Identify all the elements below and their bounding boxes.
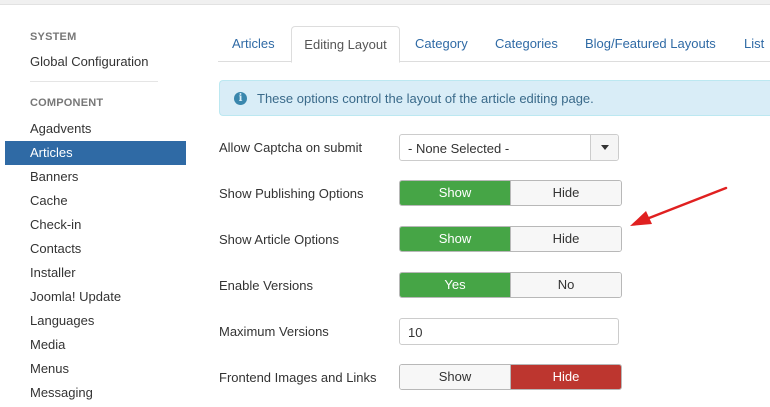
- tab-editing-layout[interactable]: Editing Layout: [291, 26, 400, 63]
- sidebar-heading-system: SYSTEM: [30, 31, 77, 43]
- sidebar-divider: [30, 81, 158, 82]
- article-options-hide-button[interactable]: Hide: [511, 227, 621, 251]
- sidebar-item-articles[interactable]: Articles: [5, 141, 186, 165]
- info-message: i These options control the layout of th…: [219, 80, 770, 116]
- chevron-down-icon: [601, 145, 609, 150]
- maximum-versions-input[interactable]: 10: [399, 318, 619, 345]
- frontend-images-label: Frontend Images and Links: [219, 370, 377, 385]
- sidebar-item-menus[interactable]: Menus: [5, 357, 186, 381]
- enable-versions-label: Enable Versions: [219, 278, 313, 293]
- sidebar-item-agadvents[interactable]: Agadvents: [5, 117, 186, 141]
- publishing-options-toggle: Show Hide: [399, 180, 622, 206]
- sidebar-heading-component: COMPONENT: [30, 97, 104, 109]
- captcha-label: Allow Captcha on submit: [219, 140, 363, 155]
- sidebar-item-installer[interactable]: Installer: [5, 261, 186, 285]
- captcha-select[interactable]: - None Selected -: [399, 134, 619, 161]
- frontend-images-hide-button[interactable]: Hide: [511, 365, 621, 389]
- sidebar-item-cache[interactable]: Cache: [5, 189, 186, 213]
- enable-versions-no-button[interactable]: No: [511, 273, 621, 297]
- captcha-select-value: - None Selected -: [408, 141, 510, 156]
- publishing-options-hide-button[interactable]: Hide: [511, 181, 621, 205]
- tab-blog-featured-layouts[interactable]: Blog/Featured Layouts: [585, 26, 716, 62]
- sidebar-link-global-configuration[interactable]: Global Configuration: [30, 54, 149, 69]
- tab-articles[interactable]: Articles: [232, 26, 275, 62]
- frontend-images-show-button[interactable]: Show: [400, 365, 511, 389]
- sidebar-item-messaging[interactable]: Messaging: [5, 381, 186, 405]
- enable-versions-toggle: Yes No: [399, 272, 622, 298]
- sidebar-item-banners[interactable]: Banners: [5, 165, 186, 189]
- article-options-toggle: Show Hide: [399, 226, 622, 252]
- info-message-text: These options control the layout of the …: [257, 91, 594, 106]
- annotation-arrow-icon: [630, 186, 728, 226]
- enable-versions-yes-button[interactable]: Yes: [400, 273, 511, 297]
- publishing-options-show-button[interactable]: Show: [400, 181, 511, 205]
- maximum-versions-value: 10: [408, 325, 423, 340]
- sidebar: SYSTEM Global Configuration COMPONENT Ag…: [0, 5, 195, 407]
- tab-list[interactable]: List: [744, 26, 764, 62]
- maximum-versions-label: Maximum Versions: [219, 324, 329, 339]
- frontend-images-toggle: Show Hide: [399, 364, 622, 390]
- article-options-label: Show Article Options: [219, 232, 339, 247]
- tab-bar: Articles Editing Layout Category Categor…: [218, 26, 770, 63]
- sidebar-item-contacts[interactable]: Contacts: [5, 237, 186, 261]
- sidebar-item-check-in[interactable]: Check-in: [5, 213, 186, 237]
- info-icon: i: [234, 92, 247, 105]
- sidebar-item-languages[interactable]: Languages: [5, 309, 186, 333]
- sidebar-item-joomla-update[interactable]: Joomla! Update: [5, 285, 186, 309]
- publishing-options-label: Show Publishing Options: [219, 186, 364, 201]
- tab-categories[interactable]: Categories: [495, 26, 558, 62]
- article-options-show-button[interactable]: Show: [400, 227, 511, 251]
- sidebar-item-media[interactable]: Media: [5, 333, 186, 357]
- tab-category[interactable]: Category: [415, 26, 468, 62]
- captcha-select-button[interactable]: [590, 135, 618, 160]
